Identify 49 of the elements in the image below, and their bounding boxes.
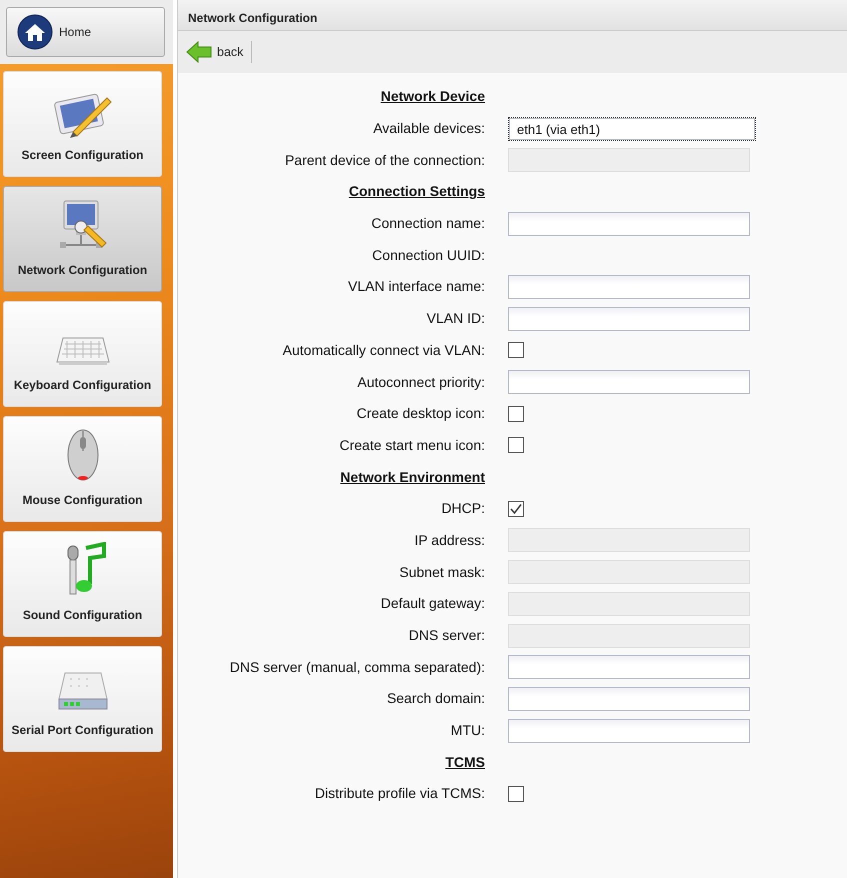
field-label: IP address: <box>413 530 485 550</box>
field-label: Create desktop icon: <box>356 404 485 424</box>
field-label: Default gateway: <box>380 594 485 614</box>
checkbox[interactable] <box>508 786 524 802</box>
checkbox[interactable] <box>508 500 524 517</box>
field-label: DHCP: <box>440 499 485 518</box>
home-button[interactable]: Home <box>6 7 165 57</box>
field-label: VLAN interface name: <box>347 277 485 296</box>
house-icon <box>17 14 53 50</box>
field-label: Subnet mask: <box>398 562 485 582</box>
monitor-pencil-icon <box>52 92 112 138</box>
input-field[interactable] <box>508 686 750 711</box>
field-label: Distribute profile via TCMS: <box>314 784 485 804</box>
sidebar-item[interactable]: Network Configuration <box>3 186 162 292</box>
input-field[interactable] <box>508 370 750 394</box>
field-label: DNS server (manual, comma separated): <box>228 658 485 677</box>
field-label: Connection UUID: <box>371 246 485 265</box>
checkbox[interactable] <box>508 406 524 422</box>
field-label: VLAN ID: <box>426 309 485 328</box>
input-field[interactable] <box>508 274 750 299</box>
section-heading: Network Environment <box>339 468 485 487</box>
field-label: Parent device of the connection: <box>284 150 485 170</box>
field-label: Autoconnect priority: <box>356 372 485 392</box>
input-field[interactable] <box>508 718 750 743</box>
input-field[interactable] <box>508 306 750 331</box>
field-label: Available devices: <box>372 119 485 138</box>
back-arrow-icon <box>186 41 212 63</box>
field-label: DNS server: <box>408 626 485 646</box>
field-label: Create start menu icon: <box>338 436 485 455</box>
device-select[interactable]: eth1 (via eth1) <box>508 116 756 141</box>
sidebar-item[interactable]: Keyboard Configuration <box>3 301 162 407</box>
sidebar-item[interactable]: Serial Port Configuration <box>3 646 162 752</box>
checkbox[interactable] <box>508 342 524 358</box>
back-button[interactable]: back <box>186 41 252 63</box>
checkbox[interactable] <box>508 437 524 454</box>
sidebar-item[interactable]: Mouse Configuration <box>3 416 162 522</box>
section-heading: Network Device <box>380 87 485 106</box>
sidebar-item[interactable]: Screen Configuration <box>3 71 162 177</box>
mouse-icon <box>64 427 100 483</box>
input-field[interactable] <box>508 212 750 236</box>
field-label: Automatically connect via VLAN: <box>282 340 485 360</box>
field-label: Connection name: <box>370 214 485 234</box>
field-label: Search domain: <box>386 689 485 708</box>
sidebar-item[interactable]: Sound Configuration <box>3 531 162 637</box>
section-heading: Connection Settings <box>348 182 485 202</box>
panel-title: Network Configuration <box>178 0 847 31</box>
input-field[interactable] <box>508 655 750 680</box>
section-heading: TCMS <box>444 752 485 772</box>
field-label: MTU: <box>450 721 485 740</box>
